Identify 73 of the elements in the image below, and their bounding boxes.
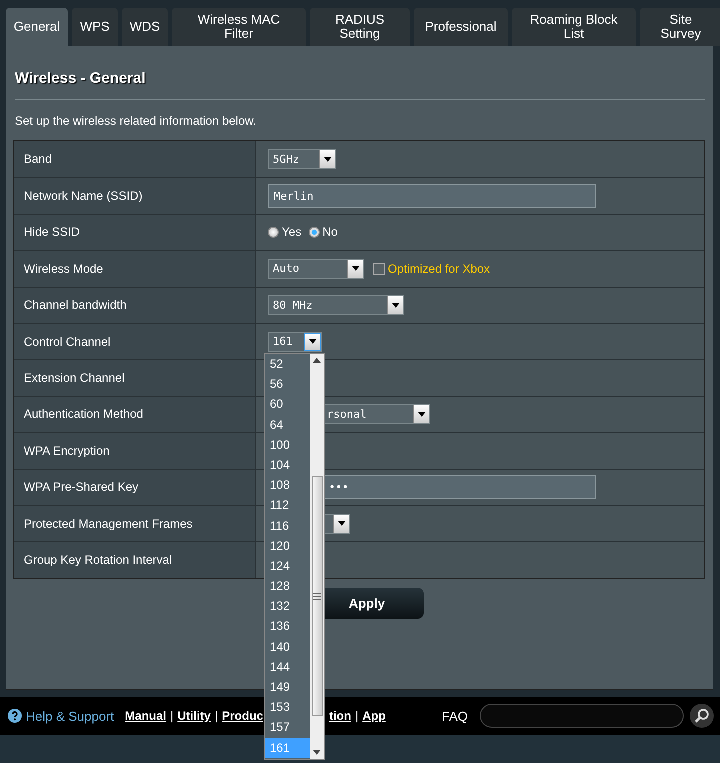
dropdown-option[interactable]: 144 xyxy=(265,656,310,677)
search-button[interactable] xyxy=(690,704,714,728)
tab[interactable]: RADIUS Setting xyxy=(310,8,410,46)
field-label: WPA Pre-Shared Key xyxy=(14,470,256,505)
dropdown-option[interactable]: 100 xyxy=(265,434,310,455)
dropdown-option[interactable]: 124 xyxy=(265,556,310,576)
scrollbar[interactable] xyxy=(310,354,324,759)
checkbox-label: Optimized for Xbox xyxy=(388,262,490,276)
dropdown-option[interactable]: 108 xyxy=(265,475,310,496)
tab[interactable]: Site Survey xyxy=(640,8,720,46)
field-label: Authentication Method xyxy=(14,396,256,432)
radio-label: No xyxy=(322,225,338,240)
tab[interactable]: WDS xyxy=(122,8,168,46)
tab[interactable]: General xyxy=(6,8,68,46)
field-label: Network Name (SSID) xyxy=(14,178,256,214)
tab[interactable]: Roaming Block List xyxy=(512,8,636,46)
select-field[interactable]: Auto xyxy=(268,258,364,279)
dropdown-option[interactable]: 52 xyxy=(265,354,310,374)
grip-icon xyxy=(313,592,321,600)
page-title: Wireless - General xyxy=(14,70,147,87)
caret-icon xyxy=(387,296,403,314)
dropdown-option[interactable]: 120 xyxy=(265,536,310,556)
checkbox[interactable] xyxy=(373,262,385,275)
dropdown-option[interactable]: 56 xyxy=(265,374,310,394)
select-field[interactable]: 161 xyxy=(268,332,322,352)
dropdown-option[interactable]: 104 xyxy=(265,454,310,476)
field-label: Extension Channel xyxy=(14,360,256,396)
field-label: Wireless Mode xyxy=(14,251,256,287)
tab[interactable]: Professional xyxy=(414,8,508,46)
dropdown-option[interactable]: 136 xyxy=(265,616,310,637)
dropdown-option[interactable]: 153 xyxy=(265,697,310,718)
tab[interactable]: Wireless MAC Filter xyxy=(172,8,306,46)
dropdown-option[interactable]: 116 xyxy=(265,515,310,536)
field-label: Channel bandwidth xyxy=(14,288,256,323)
scroll-down-icon[interactable] xyxy=(313,750,321,755)
separator-text: | xyxy=(355,709,359,723)
caret-icon xyxy=(319,150,335,168)
dropdown-option[interactable]: 132 xyxy=(265,596,310,616)
help-support-link[interactable]: Help & Support xyxy=(26,708,114,724)
field-label: Protected Management Frames xyxy=(14,506,256,542)
footer-link[interactable]: Manual xyxy=(125,709,167,723)
footer-link[interactable]: Utility xyxy=(178,709,211,723)
caret-icon xyxy=(333,514,349,533)
faq-search-field[interactable] xyxy=(480,704,684,728)
input-field[interactable]: Merlin xyxy=(268,184,596,208)
field-label: WPA Encryption xyxy=(14,433,256,469)
tab[interactable]: WPS xyxy=(72,8,118,46)
caret-icon xyxy=(304,332,321,351)
field-label: Hide SSID xyxy=(14,214,256,250)
field-label: Band xyxy=(14,141,256,178)
dropdown-option[interactable]: 149 xyxy=(265,676,310,698)
separator-text: | xyxy=(214,709,218,723)
scroll-up-icon[interactable] xyxy=(313,358,321,363)
radio-button[interactable] xyxy=(308,226,320,238)
select-field[interactable]: 80 MHz xyxy=(268,295,404,316)
dropdown-option[interactable]: 128 xyxy=(265,576,310,596)
dropdown-option[interactable]: 157 xyxy=(265,717,310,738)
footer-link[interactable]: Produc xyxy=(222,709,264,723)
footer-link[interactable]: tion xyxy=(329,709,352,723)
caret-icon xyxy=(413,405,429,424)
help-icon xyxy=(8,709,22,723)
separator-text: | xyxy=(170,709,174,723)
search-icon xyxy=(694,708,710,724)
radio-label: Yes xyxy=(282,225,302,240)
radio-button[interactable] xyxy=(268,226,279,238)
select-field[interactable]: 5GHz xyxy=(268,149,336,170)
footer-link[interactable]: App xyxy=(362,709,386,723)
field-label: Control Channel xyxy=(14,324,256,360)
faq-label: FAQ xyxy=(442,708,468,724)
caret-icon xyxy=(347,260,363,278)
field-label: Group Key Rotation Interval xyxy=(14,542,256,578)
dropdown-option[interactable]: 140 xyxy=(265,636,310,657)
description-text: Set up the wireless related information below. xyxy=(15,114,258,128)
